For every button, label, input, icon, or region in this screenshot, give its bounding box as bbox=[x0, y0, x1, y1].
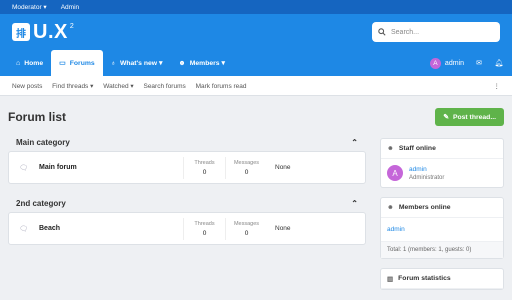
forum-statistics-block: ▥ Forum statistics bbox=[380, 268, 504, 290]
pencil-icon: ✎ bbox=[443, 114, 449, 121]
forum-title[interactable]: Beach bbox=[37, 225, 183, 232]
site-logo[interactable]: 排 U.X 2 bbox=[12, 21, 74, 44]
tab-forums-label: Forums bbox=[69, 59, 95, 67]
more-icon[interactable]: ⋮ bbox=[494, 82, 501, 90]
logo-superscript: 2 bbox=[69, 22, 74, 30]
page-title: Forum list bbox=[8, 110, 67, 124]
block-title: Members online bbox=[398, 204, 451, 211]
lightbulb-icon: ♁ bbox=[110, 59, 116, 67]
home-icon: ⌂ bbox=[16, 59, 21, 67]
sidebar: ☻ Staff online A admin Administrator ☻ Mem… bbox=[380, 138, 504, 299]
category-title[interactable]: 2nd category bbox=[16, 199, 66, 208]
messages-count: 0 bbox=[244, 168, 249, 176]
mark-forums-read-link[interactable]: Mark forums read bbox=[196, 83, 247, 90]
tab-whats-new[interactable]: ♁ What's new ▾ bbox=[103, 50, 171, 76]
post-thread-button[interactable]: ✎ Post thread... bbox=[435, 108, 504, 126]
search-icon bbox=[378, 28, 386, 36]
comments-icon: ▭ bbox=[59, 60, 66, 67]
search-input[interactable]: Search... bbox=[372, 22, 500, 42]
new-posts-link[interactable]: New posts bbox=[12, 83, 42, 90]
threads-count: 0 bbox=[202, 168, 207, 176]
forum-icon: 🗨︎ bbox=[19, 225, 28, 233]
threads-label: Threads bbox=[194, 159, 215, 166]
moderator-menu[interactable]: Moderator ▾ bbox=[12, 3, 47, 11]
find-threads-link[interactable]: Find threads ▾ bbox=[52, 83, 93, 90]
tab-home[interactable]: ⌂ Home bbox=[8, 50, 51, 76]
tab-home-label: Home bbox=[24, 59, 44, 67]
tab-members-label: Members ▾ bbox=[189, 60, 225, 67]
category-header: 2nd category ⌃ bbox=[8, 195, 366, 212]
last-post: None bbox=[275, 164, 291, 171]
logo-mark-icon: 排 bbox=[12, 23, 30, 41]
staff-role: Administrator bbox=[409, 174, 445, 181]
tab-whats-new-label: What's new ▾ bbox=[119, 60, 163, 67]
forum-node: 🗨︎ Beach Threads 0 Messages 0 None bbox=[8, 212, 366, 245]
staff-online-block: ☻ Staff online A admin Administrator bbox=[380, 138, 504, 188]
search-forums-link[interactable]: Search forums bbox=[143, 83, 185, 90]
users-icon: ☻ bbox=[387, 204, 394, 211]
watched-link[interactable]: Watched ▾ bbox=[103, 83, 133, 90]
sub-nav: New posts Find threads ▾ Watched ▾ Searc… bbox=[0, 76, 512, 96]
logo-text: U.X bbox=[33, 20, 68, 43]
member-link[interactable]: admin bbox=[387, 226, 405, 233]
forum-node: 🗨︎ Main forum Threads 0 Messages 0 None bbox=[8, 151, 366, 184]
threads-count: 0 bbox=[202, 229, 207, 237]
users-icon: ☻ bbox=[387, 145, 394, 152]
chevron-up-icon[interactable]: ⌃ bbox=[351, 138, 358, 147]
account-link[interactable]: admin bbox=[445, 60, 464, 67]
members-online-block: ☻ Members online admin Total: 1 (members:… bbox=[380, 197, 504, 259]
messages-label: Messages bbox=[233, 159, 260, 166]
avatar[interactable]: A bbox=[387, 165, 403, 181]
search-placeholder: Search... bbox=[391, 28, 420, 36]
admin-link[interactable]: Admin bbox=[61, 4, 79, 11]
forum-title[interactable]: Main forum bbox=[37, 164, 183, 171]
staff-user-link[interactable]: admin bbox=[409, 166, 444, 173]
bar-chart-icon: ▥ bbox=[387, 275, 394, 283]
block-title: Staff online bbox=[398, 145, 436, 152]
category-title[interactable]: Main category bbox=[16, 138, 70, 147]
messages-label: Messages bbox=[233, 220, 260, 227]
category-header: Main category ⌃ bbox=[8, 134, 366, 151]
users-icon: ☻ bbox=[178, 59, 186, 67]
header: 排 U.X 2 Search... bbox=[0, 14, 512, 50]
inbox-icon[interactable]: ✉ bbox=[474, 59, 484, 67]
members-total: Total: 1 (members: 1, guests: 0) bbox=[381, 241, 503, 258]
threads-label: Threads bbox=[194, 220, 215, 227]
post-thread-label: Post thread... bbox=[452, 113, 496, 121]
chevron-up-icon[interactable]: ⌃ bbox=[351, 199, 358, 208]
last-post: None bbox=[275, 225, 291, 232]
top-bar: Moderator ▾ Admin bbox=[0, 0, 512, 14]
messages-count: 0 bbox=[244, 229, 249, 237]
forum-list: Main category ⌃ 🗨︎ Main forum Threads 0 M… bbox=[8, 134, 366, 256]
bell-icon[interactable]: 🔔︎ bbox=[494, 59, 504, 67]
tab-members[interactable]: ☻ Members ▾ bbox=[170, 50, 233, 76]
main-nav: ⌂ Home ▭ Forums ♁ What's new ▾ ☻ Members ▾ A… bbox=[0, 50, 512, 76]
block-title: Forum statistics bbox=[398, 275, 451, 282]
tab-forums[interactable]: ▭ Forums bbox=[51, 50, 103, 76]
forum-icon: 🗨︎ bbox=[19, 164, 28, 172]
avatar[interactable]: A bbox=[429, 57, 441, 69]
